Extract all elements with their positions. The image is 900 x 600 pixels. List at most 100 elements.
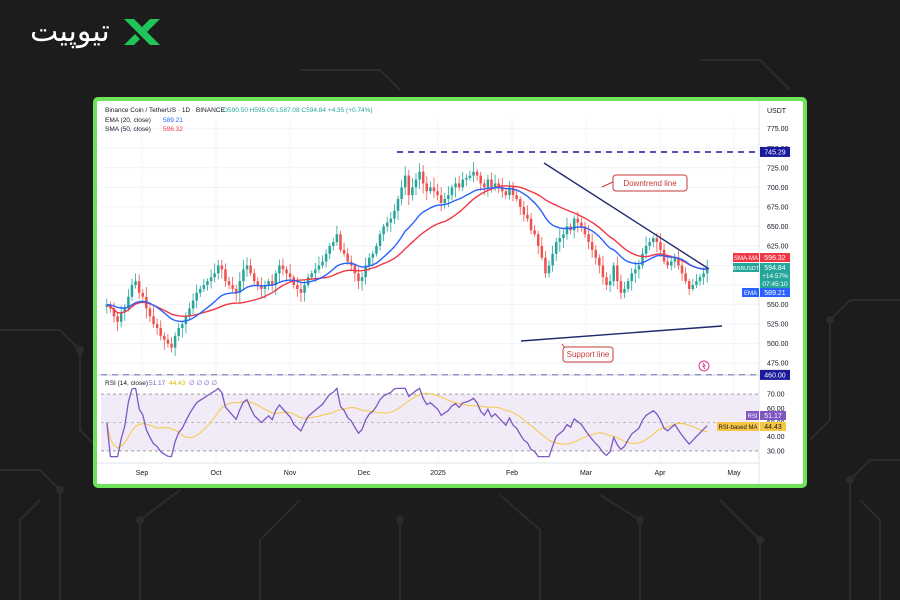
candle-body [652,238,655,243]
candle-body [314,269,317,274]
candle-body [137,281,141,293]
candle-body [634,269,637,274]
price-tick-label: 500.00 [767,341,789,348]
candle-body [562,234,565,239]
candle-body [536,234,540,246]
downtrend-annotation[interactable]: Downtrend line [601,174,688,192]
candle-body [465,177,468,180]
level-high-tag: 745.29 [760,146,790,157]
candle-body [587,234,590,243]
candle-body [303,285,306,293]
candle-body [166,339,170,344]
candle-body [547,265,551,274]
price-tick-label: 775.00 [767,126,789,133]
candle-body [141,292,145,297]
chart-frame: Downtrend line Support line USDT 475.00 5… [93,97,807,488]
candle-body [119,312,123,322]
candle-body [299,288,303,293]
brand-x-icon [123,18,160,45]
candle-body [242,269,245,282]
candle-body [371,253,375,258]
candle-body [227,281,231,286]
candle-body [130,285,134,297]
candle-body [191,300,195,309]
candle-body [544,257,547,274]
alert-icon[interactable] [698,360,710,372]
candle-body [378,234,382,246]
time-tick-label: May [727,470,741,477]
candle-body [335,234,339,243]
candle-body [375,245,378,254]
candle-body [616,265,619,282]
rsi-legend-label: RSI (14, close) [105,380,148,387]
candle-body [551,253,554,266]
candle-body [684,273,687,282]
price-tick-label: 650.00 [767,224,789,231]
current-price-value: 594.84 [764,265,786,272]
candle-body [216,265,220,274]
candle-body [285,269,288,274]
candle-body [357,273,360,282]
candle-body [590,242,594,250]
candle-body [572,218,576,231]
candle-body [332,242,335,246]
sma-legend-label: SMA (50, close) [105,126,151,133]
candle-body [626,281,630,289]
price-tick-label: 725.00 [767,165,789,172]
time-tick-label: Feb [506,470,518,477]
candle-body [605,277,608,286]
candle-body [702,273,705,278]
time-tick-label: 2025 [430,470,446,477]
sma-tag-value: 596.32 [764,255,786,262]
candle-body [655,238,659,243]
candle-body [421,171,425,184]
time-tick-label: Sep [136,470,149,477]
candle-body [148,308,152,317]
candle-body [554,242,558,254]
sma-price-tag: SMA-MA 596.32 [733,253,790,262]
candle-body [475,171,479,176]
candle-body [483,183,486,188]
trading-chart[interactable]: Downtrend line Support line USDT 475.00 5… [97,101,803,484]
candle-body [518,199,522,207]
candle-body [414,179,418,188]
price-tick-label: 525.00 [767,322,789,329]
rsi-ma-legend-value: 44.43 [169,380,186,387]
rsi-ma-tag-label: RSI-based MA [718,425,757,431]
candle-body [281,265,285,270]
candle-body [418,171,421,180]
rsi-extra-values: ∅ ∅ ∅ ∅ [189,380,217,387]
candle-body [400,187,403,200]
time-tick-label: Apr [655,470,667,477]
candle-body [486,179,490,188]
candle-body [411,187,414,196]
price-axis: 475.00500.00525.00550.00575.00600.00625.… [767,126,789,367]
candle-body [220,265,224,270]
support-line[interactable] [520,325,723,342]
candle-body [659,242,662,250]
candle-body [687,281,691,289]
candle-body [353,265,357,274]
ohlc-values: O590.50 H595.05 L587.08 C594.84 +4.35 (+… [223,107,373,114]
candle-body [439,195,443,203]
rsi-legend-value: 51.17 [149,380,166,387]
candle-body [278,265,281,274]
time-tick-label: Oct [211,470,222,477]
brand-logo[interactable]: تیوپیت [30,14,164,49]
candle-body [324,253,328,262]
candle-body [342,249,346,254]
candle-body [522,206,526,215]
level-high-value: 745.29 [764,149,786,156]
candle-body [695,281,698,286]
support-annotation[interactable]: Support line [561,343,614,363]
candle-body [608,281,612,286]
support-label: Support line [567,350,610,359]
level-low-tag: 460.00 [760,369,790,380]
candle-body [558,238,562,243]
candle-body [339,234,342,250]
downtrend-label: Downtrend line [623,179,677,188]
candle-body [619,281,623,293]
candle-body [565,226,569,235]
candle-body [666,261,669,266]
rsi-tag: RSI 51.17 [746,411,786,420]
